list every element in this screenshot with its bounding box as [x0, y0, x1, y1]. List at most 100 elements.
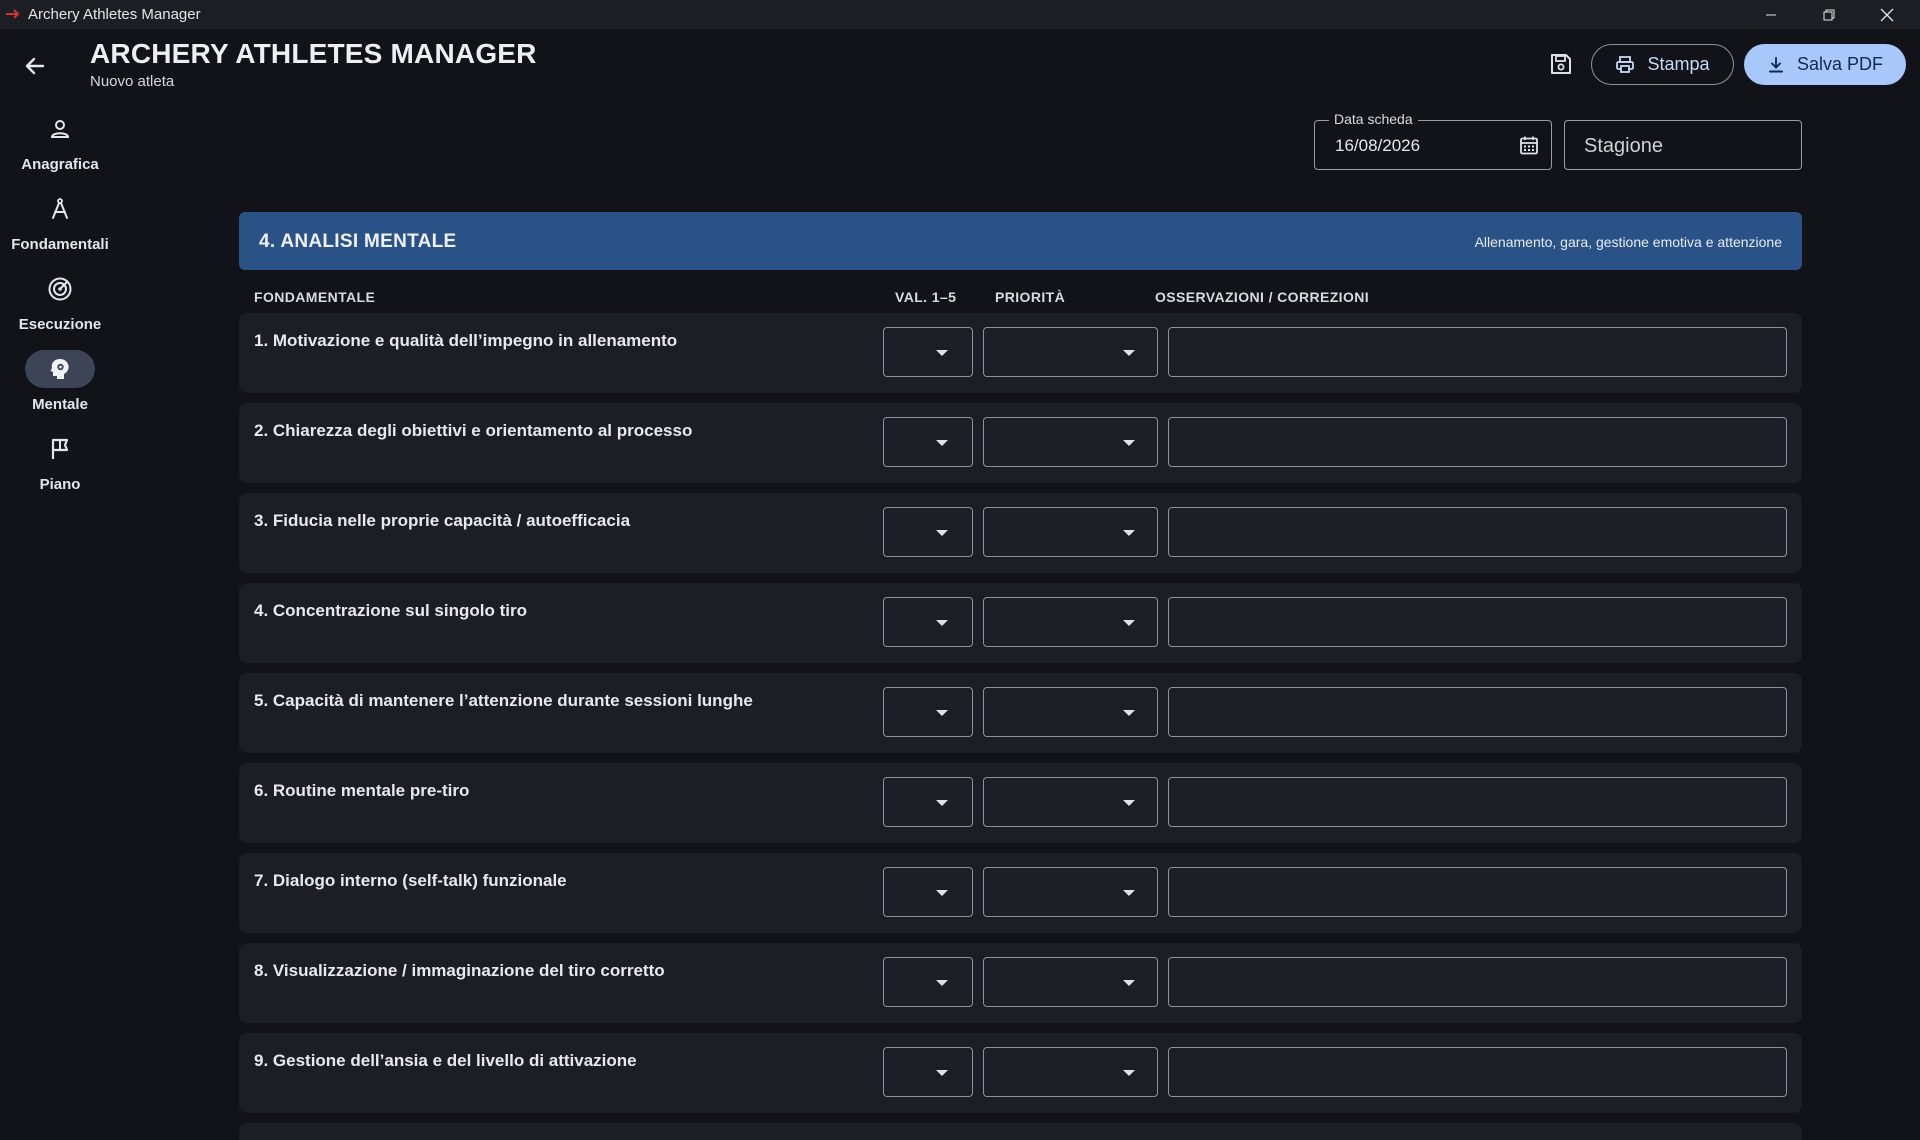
print-button[interactable]: Stampa	[1591, 44, 1734, 85]
sidebar-item-label: Esecuzione	[18, 316, 102, 333]
save-icon	[1551, 54, 1571, 74]
value-select[interactable]	[883, 1047, 973, 1097]
priority-select[interactable]	[983, 507, 1158, 557]
dropdown-arrow-icon	[936, 1070, 948, 1076]
date-field-label: Data scheda	[1329, 111, 1418, 127]
notes-input[interactable]	[1168, 867, 1787, 917]
dropdown-arrow-icon	[1123, 710, 1135, 716]
row-label: 7. Dialogo interno (self-talk) funzional…	[254, 871, 567, 890]
minimize-button[interactable]	[1742, 0, 1800, 29]
person-icon	[50, 120, 70, 138]
row-label: 5. Capacità di mantenere l’attenzione du…	[254, 691, 753, 710]
priority-select[interactable]	[983, 777, 1158, 827]
download-icon	[1769, 56, 1783, 72]
priority-select[interactable]	[983, 867, 1158, 917]
sidebar-item-piano[interactable]: Piano	[0, 430, 120, 493]
restore-icon	[1823, 9, 1835, 20]
save-pdf-button[interactable]: Salva PDF	[1744, 44, 1906, 85]
table-row: 8. Visualizzazione / immaginazione del t…	[239, 943, 1802, 1023]
date-field-value: 16/08/2026	[1335, 136, 1421, 155]
row-label: 2. Chiarezza degli obiettivi e orientame…	[254, 421, 693, 440]
table-row: 5. Capacità di mantenere l’attenzione du…	[239, 673, 1802, 753]
season-field-placeholder: Stagione	[1584, 135, 1663, 157]
window-title: Archery Athletes Manager	[28, 6, 201, 23]
priority-select[interactable]	[983, 957, 1158, 1007]
notes-input[interactable]	[1168, 957, 1787, 1007]
target-icon	[48, 277, 72, 301]
row-label: 1. Motivazione e qualità dell’impegno in…	[254, 331, 678, 350]
value-select[interactable]	[883, 327, 973, 377]
nav-icon-container	[25, 350, 95, 388]
section-title: 4. ANALISI MENTALE	[259, 231, 457, 252]
dropdown-arrow-icon	[936, 710, 948, 716]
priority-select[interactable]	[983, 597, 1158, 647]
row-label: 9. Gestione dell’ansia e del livello di …	[254, 1051, 637, 1070]
flag-icon	[51, 438, 69, 459]
notes-input[interactable]	[1168, 417, 1787, 467]
sidebar-item-mentale[interactable]: Mentale	[0, 350, 120, 413]
sidebar-item-label: Fondamentali	[11, 236, 109, 253]
save-button[interactable]	[1544, 47, 1578, 81]
value-select[interactable]	[883, 597, 973, 647]
notes-input[interactable]	[1168, 687, 1787, 737]
value-select[interactable]	[883, 957, 973, 1007]
sidebar-item-label: Mentale	[32, 396, 88, 413]
dropdown-arrow-icon	[1123, 350, 1135, 356]
dropdown-arrow-icon	[1123, 530, 1135, 536]
value-select[interactable]	[883, 687, 973, 737]
dropdown-arrow-icon	[936, 800, 948, 806]
window-titlebar: Archery Athletes Manager	[0, 0, 1920, 29]
sidebar-item-esecuzione[interactable]: Esecuzione	[0, 270, 120, 333]
notes-input[interactable]	[1168, 507, 1787, 557]
notes-input[interactable]	[1168, 777, 1787, 827]
priority-select[interactable]	[983, 1047, 1158, 1097]
sidebar-item-anagrafica[interactable]: Anagrafica	[0, 110, 120, 173]
nav-icon-container	[25, 270, 95, 308]
arrow-back-icon	[25, 57, 45, 75]
calendar-icon[interactable]	[1519, 135, 1539, 155]
dropdown-arrow-icon	[1123, 1070, 1135, 1076]
back-button[interactable]	[16, 47, 54, 85]
table-row: 1. Motivazione e qualità dell’impegno in…	[239, 313, 1802, 393]
head-gear-icon	[50, 359, 69, 379]
row-label: 6. Routine mentale pre-tiro	[254, 781, 470, 800]
close-button[interactable]	[1858, 0, 1916, 29]
section-header: 4. ANALISI MENTALE Allenamento, gara, ge…	[239, 212, 1802, 270]
row-label: 4. Concentrazione sul singolo tiro	[254, 601, 527, 620]
value-select[interactable]	[883, 867, 973, 917]
priority-select[interactable]	[983, 687, 1158, 737]
value-select[interactable]	[883, 507, 973, 557]
nav-icon-container	[25, 430, 95, 468]
sidebar-item-fondamentali[interactable]: Fondamentali	[0, 190, 120, 253]
notes-input[interactable]	[1168, 327, 1787, 377]
notes-input[interactable]	[1168, 1047, 1787, 1097]
page-title: ARCHERY ATHLETES MANAGER	[90, 38, 537, 69]
column-header-val: VAL. 1–5	[895, 289, 957, 305]
dropdown-arrow-icon	[1123, 800, 1135, 806]
print-button-label: Stampa	[1647, 54, 1710, 74]
priority-select[interactable]	[983, 417, 1158, 467]
dropdown-arrow-icon	[936, 350, 948, 356]
season-field[interactable]: Stagione	[1564, 120, 1802, 170]
column-header-priorita: PRIORITÀ	[995, 289, 1066, 305]
table-row: 4. Concentrazione sul singolo tiro	[239, 583, 1802, 663]
app-logo-icon	[6, 9, 19, 19]
table-row: 3. Fiducia nelle proprie capacità / auto…	[239, 493, 1802, 573]
row-label: 3. Fiducia nelle proprie capacità / auto…	[254, 511, 631, 530]
value-select[interactable]	[883, 777, 973, 827]
section-description: Allenamento, gara, gestione emotiva e at…	[1474, 234, 1782, 250]
dropdown-arrow-icon	[1123, 620, 1135, 626]
table-row: 2. Chiarezza degli obiettivi e orientame…	[239, 403, 1802, 483]
sidebar-item-label: Anagrafica	[21, 156, 99, 173]
restore-button[interactable]	[1800, 0, 1858, 29]
table-row: 6. Routine mentale pre-tiro	[239, 763, 1802, 843]
compass-icon	[52, 198, 68, 219]
value-select[interactable]	[883, 417, 973, 467]
row-label: 8. Visualizzazione / immaginazione del t…	[254, 961, 665, 980]
dropdown-arrow-icon	[1123, 890, 1135, 896]
dropdown-arrow-icon	[1123, 980, 1135, 986]
date-field[interactable]: Data scheda 16/08/2026	[1314, 111, 1552, 170]
notes-input[interactable]	[1168, 597, 1787, 647]
dropdown-arrow-icon	[936, 620, 948, 626]
priority-select[interactable]	[983, 327, 1158, 377]
